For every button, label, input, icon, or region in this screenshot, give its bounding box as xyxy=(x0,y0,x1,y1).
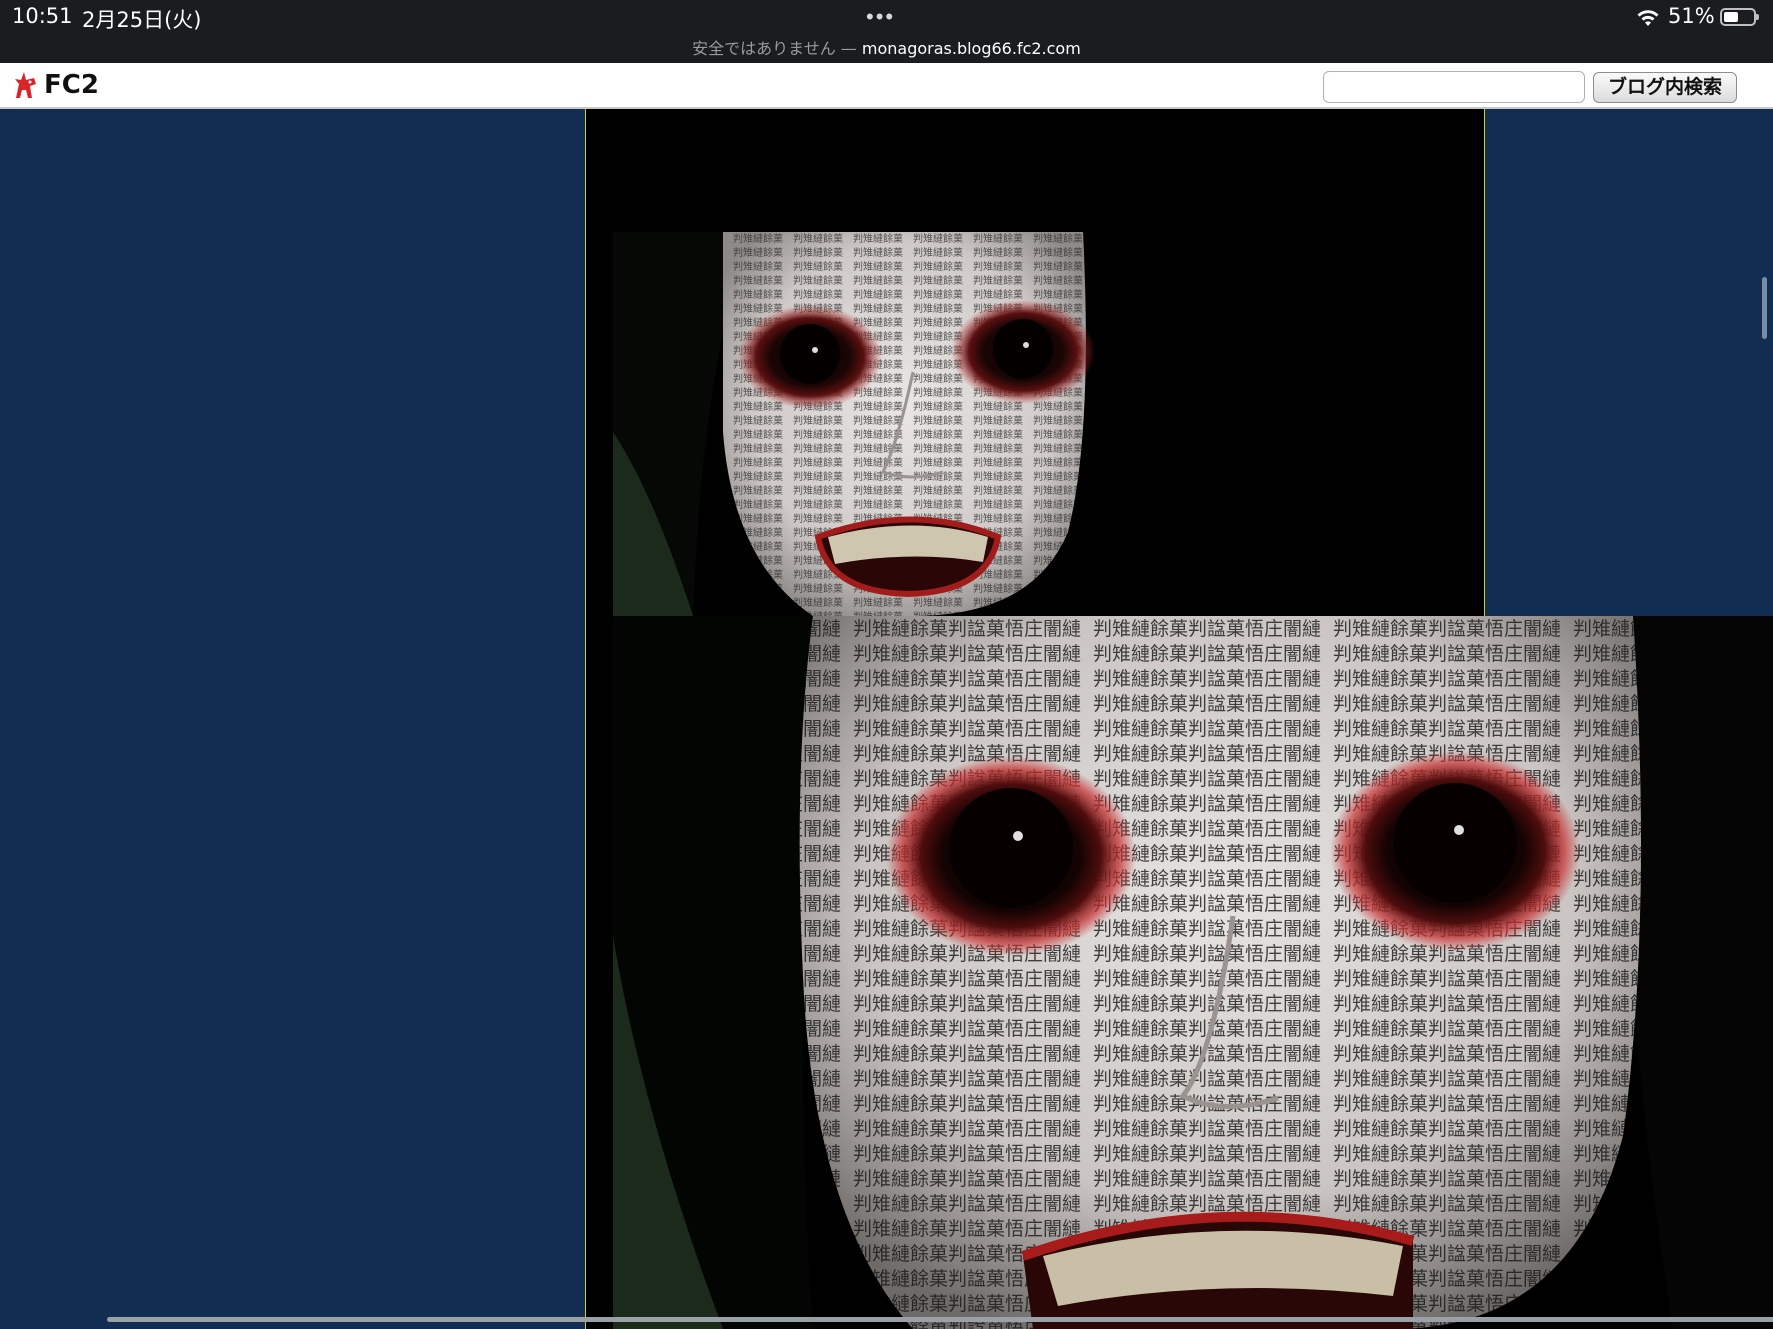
status-time: 10:51 xyxy=(12,4,73,28)
horizontal-scroll-indicator[interactable] xyxy=(107,1317,1773,1322)
status-date: 2月25日(火) xyxy=(82,8,202,32)
insecure-warning: 安全ではありません — xyxy=(692,39,862,58)
fc2-logo-text: FC2 xyxy=(44,70,99,100)
face-image: 判雉縺餘菓 xyxy=(613,232,1219,616)
multitasking-dots-icon[interactable]: ••• xyxy=(866,4,895,30)
creepy-face-image-small[interactable]: 判雉縺餘菓 xyxy=(613,232,1219,616)
url-host: monagoras.blog66.fc2.com xyxy=(861,39,1081,58)
blog-content-column-lower xyxy=(585,616,613,1329)
battery-icon xyxy=(1720,8,1759,26)
vertical-scroll-indicator[interactable] xyxy=(1762,277,1767,339)
status-bar: 10:51 2月25日(火) ••• 安全ではありません — monagoras… xyxy=(0,0,1773,63)
battery-fill xyxy=(1724,12,1738,22)
fc2-unicorn-icon xyxy=(15,72,36,98)
face-image: 判雉縺餘菓判諡菓悟庄闇縺 xyxy=(613,616,1773,1329)
blog-search-input[interactable] xyxy=(1323,71,1585,103)
fc2-logo[interactable]: FC2 xyxy=(12,70,99,100)
address-bar[interactable]: 安全ではありません — monagoras.blog66.fc2.com xyxy=(0,35,1773,59)
wifi-icon xyxy=(1637,10,1659,26)
battery-percent: 51% xyxy=(1668,4,1715,28)
fc2-header-bar: FC2 ブログ内検索 xyxy=(0,63,1773,109)
creepy-face-image-large[interactable]: 判雉縺餘菓判諡菓悟庄闇縺 xyxy=(613,616,1773,1329)
blog-search-button[interactable]: ブログ内検索 xyxy=(1593,72,1737,103)
